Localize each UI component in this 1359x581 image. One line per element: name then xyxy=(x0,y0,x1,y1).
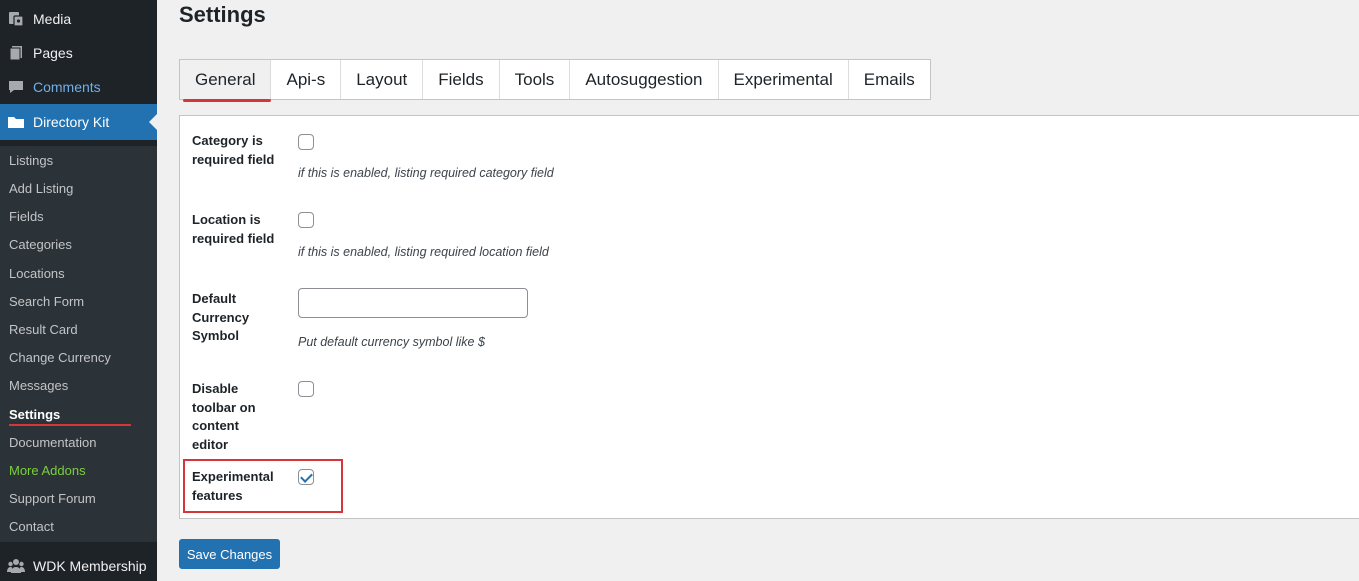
location-required-checkbox[interactable] xyxy=(298,212,314,228)
submenu-item-change-currency[interactable]: Change Currency xyxy=(9,350,111,365)
directory-kit-submenu: Listings Add Listing Fields Categories L… xyxy=(0,146,157,542)
submenu-item-settings[interactable]: Settings xyxy=(9,407,60,422)
menu-item-comments[interactable]: Comments xyxy=(0,70,157,104)
pages-icon xyxy=(7,44,25,62)
menu-label-wdk-membership: WDK Membership xyxy=(33,558,147,574)
experimental-highlight-box xyxy=(183,459,343,513)
folder-icon xyxy=(7,113,25,131)
disable-toolbar-checkbox[interactable] xyxy=(298,381,314,397)
admin-sidebar: Media Pages Comments Directory Kit Listi… xyxy=(0,0,157,581)
location-required-description: if this is enabled, listing required loc… xyxy=(298,245,549,259)
tab-emails[interactable]: Emails xyxy=(848,60,930,99)
category-required-label: Category is required field xyxy=(192,133,275,167)
submenu-item-add-listing[interactable]: Add Listing xyxy=(9,181,73,196)
tab-fields[interactable]: Fields xyxy=(423,60,500,99)
save-changes-button[interactable]: Save Changes xyxy=(179,539,280,569)
submenu-item-contact[interactable]: Contact xyxy=(9,519,54,534)
submenu-item-more-addons[interactable]: More Addons xyxy=(9,463,86,478)
submenu-item-messages[interactable]: Messages xyxy=(9,378,68,393)
tab-autosuggestion[interactable]: Autosuggestion xyxy=(570,60,719,99)
menu-label-comments: Comments xyxy=(33,79,101,95)
submenu-item-listings[interactable]: Listings xyxy=(9,153,53,168)
submenu-item-support-forum[interactable]: Support Forum xyxy=(9,491,96,506)
currency-symbol-label: Default Currency Symbol xyxy=(192,291,250,343)
disable-toolbar-label: Disable toolbar on content editor xyxy=(192,381,256,452)
settings-panel: Category is required field if this is en… xyxy=(179,115,1359,519)
submenu-item-locations[interactable]: Locations xyxy=(9,266,65,281)
currency-symbol-description: Put default currency symbol like $ xyxy=(298,335,485,349)
menu-label-media: Media xyxy=(33,11,72,27)
page-title: Settings xyxy=(179,2,266,27)
menu-item-directory-kit[interactable]: Directory Kit xyxy=(0,104,157,140)
menu-label-directory-kit: Directory Kit xyxy=(33,114,110,130)
category-required-checkbox[interactable] xyxy=(298,134,314,150)
currency-symbol-input[interactable] xyxy=(298,288,528,318)
tab-general[interactable]: General xyxy=(180,60,272,99)
submenu-item-documentation[interactable]: Documentation xyxy=(9,435,96,450)
settings-highlight-underline xyxy=(9,424,131,426)
media-icon xyxy=(7,10,25,28)
menu-item-pages[interactable]: Pages xyxy=(0,36,157,70)
menu-item-media[interactable]: Media xyxy=(0,2,157,36)
category-required-description: if this is enabled, listing required cat… xyxy=(298,166,554,180)
submenu-item-categories[interactable]: Categories xyxy=(9,237,72,252)
submenu-item-fields[interactable]: Fields xyxy=(9,209,44,224)
comments-icon xyxy=(7,78,25,96)
settings-tabs: General Api-s Layout Fields Tools Autosu… xyxy=(179,59,931,100)
submenu-item-result-card[interactable]: Result Card xyxy=(9,322,78,337)
tab-api-s[interactable]: Api-s xyxy=(271,60,342,99)
tab-experimental[interactable]: Experimental xyxy=(718,60,849,99)
menu-label-pages: Pages xyxy=(33,45,73,61)
submenu-item-search-form[interactable]: Search Form xyxy=(9,294,84,309)
menu-item-wdk-membership[interactable]: WDK Membership xyxy=(0,549,157,581)
location-required-label: Location is required field xyxy=(192,212,275,246)
tab-tools[interactable]: Tools xyxy=(499,60,571,99)
tab-layout[interactable]: Layout xyxy=(341,60,424,99)
active-tab-underline xyxy=(183,99,271,102)
membership-icon xyxy=(7,557,25,575)
